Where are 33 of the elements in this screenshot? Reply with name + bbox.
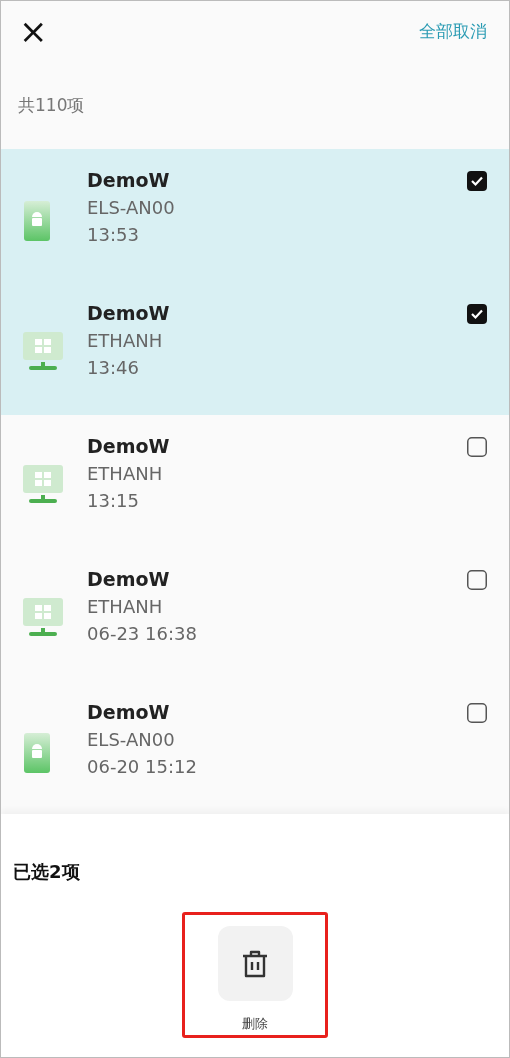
device-row[interactable]: DemoW ETHANH 13:15 [1, 415, 509, 548]
device-model: ETHANH [87, 463, 164, 484]
trash-icon [217, 926, 293, 1001]
checkbox[interactable] [467, 703, 487, 723]
device-row[interactable]: DemoW ELS-AN00 13:53 [1, 149, 509, 282]
delete-button[interactable]: 删除 [217, 926, 293, 1035]
device-row[interactable]: DemoW ELS-AN00 06-20 15:12 [1, 681, 509, 814]
checkbox[interactable] [467, 171, 487, 191]
checkbox[interactable] [467, 437, 487, 457]
device-name: DemoW [87, 568, 171, 590]
device-row[interactable]: DemoW ETHANH 13:46 [1, 282, 509, 415]
device-time: 06-20 15:12 [87, 756, 198, 777]
device-name: DemoW [87, 435, 171, 457]
device-time: 13:53 [87, 224, 140, 245]
windows-monitor-icon [23, 465, 63, 505]
device-name: DemoW [87, 701, 171, 723]
windows-monitor-icon [23, 332, 63, 372]
close-button[interactable]: × [19, 14, 48, 48]
device-time: 13:46 [87, 357, 140, 378]
device-time: 06-23 16:38 [87, 623, 198, 644]
device-model: ELS-AN00 [87, 729, 176, 750]
windows-monitor-icon [23, 598, 63, 638]
device-name: DemoW [87, 302, 171, 324]
device-name: DemoW [87, 169, 171, 191]
device-row[interactable]: DemoW ETHANH 06-23 16:38 [1, 548, 509, 681]
device-time: 13:15 [87, 490, 140, 511]
checkbox[interactable] [467, 570, 487, 590]
device-model: ETHANH [87, 330, 164, 351]
item-count: 共110项 [17, 93, 86, 117]
device-model: ETHANH [87, 596, 164, 617]
device-model: ELS-AN00 [87, 197, 176, 218]
checkbox[interactable] [467, 304, 487, 324]
selected-count: 已选2项 [12, 860, 81, 884]
